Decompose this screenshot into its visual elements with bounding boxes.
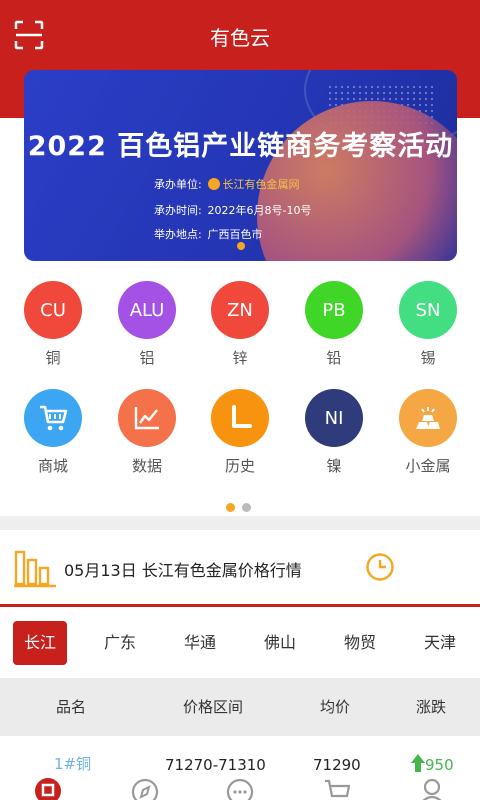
tab-foshan[interactable]: 佛山	[253, 621, 307, 665]
nickel-icon: NI	[305, 389, 363, 447]
chart-icon	[118, 389, 176, 447]
banner-organizer-value: 长江有色金属网	[222, 178, 300, 191]
tab-tianjin[interactable]: 天津	[413, 621, 467, 665]
region-tabs: 长江 广东 华通 佛山 物贸 天津	[0, 607, 480, 677]
banner-location: 举办地点: 广西百色市	[154, 226, 263, 242]
pb-icon: PB	[305, 281, 363, 339]
news-headline: 05月13日 长江有色金属价格行情	[64, 561, 302, 580]
banner-page-indicator	[237, 242, 245, 250]
home-logo-icon[interactable]	[33, 776, 63, 800]
banner-time-value: 2022年6月8号-10号	[207, 204, 312, 217]
organizer-logo-icon	[207, 178, 220, 190]
banner-time-label: 承办时间:	[154, 204, 202, 217]
bottom-nav	[0, 776, 480, 800]
chat-icon[interactable]	[225, 776, 255, 800]
shortcut-nickel[interactable]: NI 镍	[294, 389, 374, 476]
compass-icon[interactable]	[130, 776, 160, 800]
zn-icon: ZN	[211, 281, 269, 339]
metal-label: 锡	[420, 349, 436, 367]
column-header-avg: 均价	[320, 698, 351, 716]
banner-time: 承办时间: 2022年6月8号-10号	[154, 202, 311, 218]
column-header-name: 品名	[56, 698, 87, 716]
tab-changjiang[interactable]: 长江	[13, 621, 67, 665]
banner-organizer-label: 承办单位:	[154, 178, 202, 191]
shortcut-label: 历史	[224, 457, 255, 475]
metal-cu[interactable]: CU 铜	[13, 281, 93, 368]
metal-label: 铝	[139, 349, 155, 367]
clock-icon	[211, 389, 269, 447]
shortcut-data[interactable]: 数据	[107, 389, 187, 476]
banner-location-label: 举办地点:	[154, 228, 202, 241]
column-header-range: 价格区间	[183, 698, 244, 716]
metal-label: 铅	[326, 349, 342, 367]
cart-icon[interactable]	[322, 776, 352, 800]
price-table-header: 品名 价格区间 均价 涨跌	[0, 678, 480, 736]
shortcut-label: 小金属	[405, 457, 451, 475]
shortcut-label: 镍	[326, 457, 342, 475]
banner-organizer: 承办单位: 长江有色金属网	[154, 176, 300, 192]
metal-pb[interactable]: PB 铅	[294, 281, 374, 368]
page-dot	[242, 503, 251, 512]
page-dot-active	[226, 503, 235, 512]
shortcut-label: 数据	[131, 457, 162, 475]
banner-location-value: 广西百色市	[207, 228, 263, 241]
cart-icon	[24, 389, 82, 447]
metal-label: 锌	[232, 349, 248, 367]
cu-icon: CU	[24, 281, 82, 339]
arrow-up-icon	[411, 754, 425, 772]
price-change-value: 950	[425, 756, 454, 774]
tab-wumao[interactable]: 物贸	[333, 621, 387, 665]
shortcut-label: 商城	[37, 457, 68, 475]
bar-chart-icon	[14, 550, 56, 588]
gold-bars-icon	[399, 389, 457, 447]
shortcut-history[interactable]: 历史	[200, 389, 280, 476]
banner-title: 2022 百色铝产业链商务考察活动	[27, 131, 454, 162]
metal-sn[interactable]: SN 锡	[388, 281, 468, 368]
tab-huatong[interactable]: 华通	[173, 621, 227, 665]
page-title: 有色云	[210, 26, 270, 50]
shortcut-mall[interactable]: 商城	[13, 389, 93, 476]
metal-alu[interactable]: ALU 铝	[107, 281, 187, 368]
column-header-change: 涨跌	[416, 698, 447, 716]
metal-zn[interactable]: ZN 锌	[200, 281, 280, 368]
sn-icon: SN	[399, 281, 457, 339]
tab-guangdong[interactable]: 广东	[93, 621, 147, 665]
grid-page-indicator	[226, 497, 258, 516]
clock-icon[interactable]	[365, 552, 395, 582]
promo-banner[interactable]: 2022 百色铝产业链商务考察活动 承办单位: 长江有色金属网 承办时间: 20…	[24, 70, 457, 261]
section-divider	[0, 516, 480, 530]
metal-label: 铜	[45, 349, 61, 367]
user-icon[interactable]	[417, 776, 447, 800]
alu-icon: ALU	[118, 281, 176, 339]
shortcut-minor-metals[interactable]: 小金属	[388, 389, 468, 476]
market-news-row[interactable]: 05月13日 长江有色金属价格行情	[0, 530, 480, 604]
